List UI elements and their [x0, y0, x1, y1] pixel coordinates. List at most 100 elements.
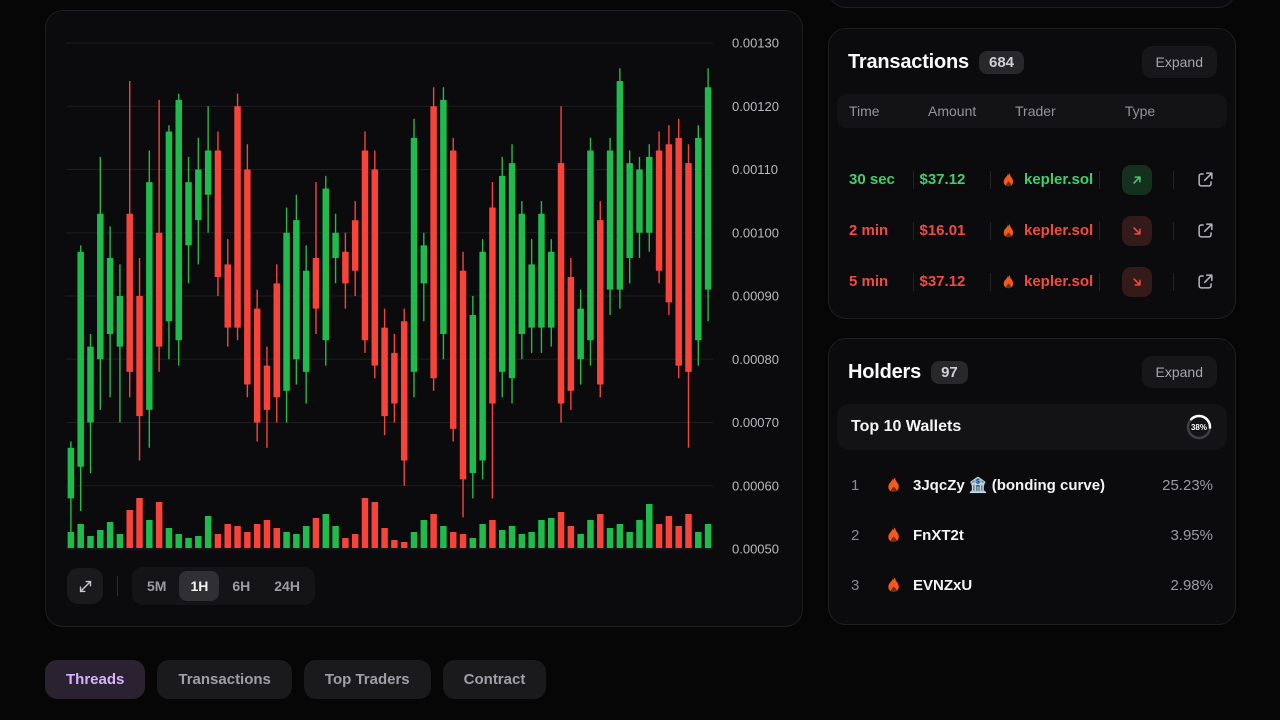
- transaction-trader[interactable]: kepler.sol: [997, 170, 1093, 190]
- volume-bar: [234, 526, 241, 548]
- candle-body: [77, 252, 84, 467]
- flame-icon: [881, 474, 903, 496]
- external-link-icon: [1196, 170, 1215, 189]
- column-separator: [913, 171, 914, 189]
- candlestick-chart[interactable]: 0.001300.001200.001100.001000.000900.000…: [46, 11, 803, 627]
- volume-bar: [411, 532, 418, 548]
- tab-threads[interactable]: Threads: [45, 660, 145, 699]
- volume-bar: [705, 524, 712, 548]
- volume-bar: [117, 534, 124, 548]
- wallet-row[interactable]: 3 EVNZxU 2.98%: [837, 560, 1227, 610]
- column-separator: [913, 222, 914, 240]
- candle-body: [175, 100, 182, 340]
- volume-bar: [646, 504, 653, 548]
- timeframe-button-6h[interactable]: 6H: [221, 571, 261, 601]
- volume-bar: [166, 528, 173, 548]
- arrow-down-right-icon: [1130, 224, 1144, 238]
- trader-name: kepler.sol: [1024, 222, 1093, 239]
- volume-bar: [587, 520, 594, 548]
- volume-bar: [666, 516, 673, 548]
- candle-body: [450, 151, 457, 429]
- transaction-time: 5 min: [849, 273, 907, 290]
- flame-icon: [881, 524, 903, 546]
- volume-bar: [489, 520, 496, 548]
- transaction-row: 30 sec $37.12 kepler.sol: [837, 154, 1227, 205]
- expand-diagonal-icon: [77, 578, 94, 595]
- volume-bar: [519, 534, 526, 548]
- transaction-type: [1106, 165, 1167, 195]
- column-separator: [1099, 273, 1100, 291]
- transaction-amount: $37.12: [920, 273, 985, 290]
- arrow-up-right-icon: [1130, 173, 1144, 187]
- external-link-icon: [1196, 272, 1215, 291]
- transaction-type: [1092, 318, 1162, 320]
- tab-contract[interactable]: Contract: [443, 660, 547, 699]
- holders-expand-button[interactable]: Expand: [1142, 356, 1217, 388]
- volume-bar: [577, 534, 584, 548]
- transaction-link-button[interactable]: [1196, 221, 1215, 240]
- column-header-time: Time: [849, 103, 915, 119]
- candle-body: [499, 176, 506, 372]
- chart-expand-button[interactable]: [67, 568, 103, 604]
- candle-body: [460, 271, 467, 480]
- volume-bar: [617, 524, 624, 548]
- y-axis-label: 0.00080: [732, 352, 779, 367]
- wallet-percentage: 25.23%: [1162, 477, 1213, 494]
- volume-bar: [205, 516, 212, 548]
- candle-body: [313, 258, 320, 309]
- top10-wallets-row[interactable]: Top 10 Wallets 38%: [837, 404, 1227, 450]
- timeframe-button-5m[interactable]: 5M: [136, 571, 177, 601]
- candle-body: [685, 163, 692, 372]
- candle-body: [205, 151, 212, 195]
- transaction-link-button[interactable]: [1196, 272, 1215, 291]
- transaction-trader[interactable]: kepler.sol: [997, 221, 1093, 241]
- timeframe-button-24h[interactable]: 24H: [263, 571, 311, 601]
- volume-bar: [695, 532, 702, 548]
- candle-body: [509, 163, 515, 378]
- volume-bar: [470, 538, 477, 548]
- tab-top-traders[interactable]: Top Traders: [304, 660, 431, 699]
- volume-bar: [597, 514, 604, 548]
- candle-body: [244, 170, 251, 385]
- volume-bar: [283, 532, 290, 548]
- transaction-trader[interactable]: kepler.sol: [997, 272, 1093, 292]
- candle-body: [558, 163, 565, 403]
- flame-icon: [881, 574, 903, 596]
- column-separator: [1173, 222, 1174, 240]
- volume-bar: [626, 532, 633, 548]
- candle-body: [68, 448, 75, 499]
- candle-body: [597, 220, 604, 384]
- candle-body: [372, 170, 379, 366]
- candle-body: [489, 207, 496, 403]
- wallet-rank: 1: [851, 477, 871, 494]
- volume-bar: [538, 520, 545, 548]
- tab-transactions[interactable]: Transactions: [157, 660, 292, 699]
- transactions-header: Transactions 684 Expand: [829, 29, 1235, 88]
- holders-title: Holders: [848, 361, 921, 384]
- top10-wallets-label: Top 10 Wallets: [851, 418, 961, 436]
- wallet-row[interactable]: 2 FnXT2t 3.95%: [837, 510, 1227, 560]
- transaction-amount: $16.01: [920, 222, 985, 239]
- volume-bar: [381, 528, 388, 548]
- candle-body: [470, 315, 477, 473]
- transactions-expand-button[interactable]: Expand: [1142, 46, 1217, 78]
- volume-bar: [293, 534, 300, 548]
- transaction-link-button[interactable]: [1196, 170, 1215, 189]
- volume-bar: [77, 524, 84, 548]
- wallet-row[interactable]: 1 3JqcZy 🏦 (bonding curve) 25.23%: [837, 460, 1227, 510]
- transactions-panel: Transactions 684 Expand Time Amount Trad…: [828, 28, 1236, 319]
- candle-body: [342, 252, 349, 284]
- volume-bar: [421, 520, 428, 548]
- volume-bar: [372, 502, 379, 548]
- transaction-type: [1106, 267, 1167, 297]
- timeframe-button-1h[interactable]: 1H: [179, 571, 219, 601]
- candle-body: [156, 233, 163, 347]
- volume-bar: [499, 530, 506, 548]
- transaction-time: 2 min: [849, 222, 907, 239]
- candle-body: [440, 100, 447, 334]
- candle-body: [675, 138, 682, 366]
- volume-bar: [342, 538, 349, 548]
- candle-body: [332, 233, 339, 258]
- previous-panel-stub: [828, 0, 1236, 8]
- type-badge: [1112, 318, 1142, 320]
